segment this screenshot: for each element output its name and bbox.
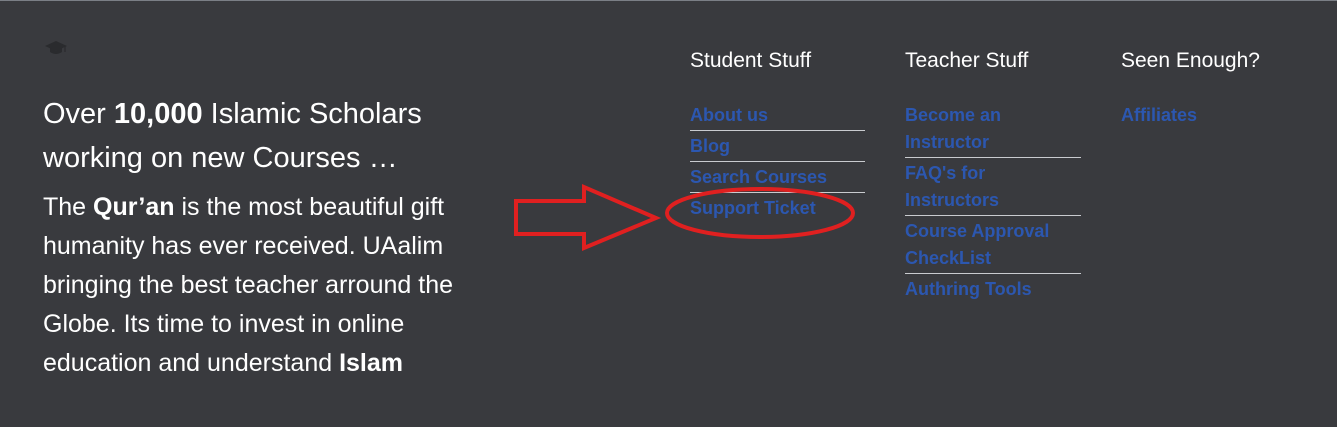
affiliates-link[interactable]: Affiliates xyxy=(1121,100,1297,130)
about-headline: Over 10,000 Islamic Scholars working on … xyxy=(43,92,523,180)
course-approval-checklist-link[interactable]: Course Approval CheckList xyxy=(905,216,1081,274)
headline-text: Over xyxy=(43,98,114,130)
instructor-faq-link[interactable]: FAQ's for Instructors xyxy=(905,158,1081,216)
student-stuff-column: Student Stuff About us Blog Search Cours… xyxy=(690,47,865,223)
headline-count: 10,000 xyxy=(113,98,203,130)
about-us-link[interactable]: About us xyxy=(690,100,865,131)
blog-link[interactable]: Blog xyxy=(690,131,865,162)
seen-enough-links: Affiliates xyxy=(1121,100,1297,130)
top-border xyxy=(0,0,1337,1)
search-courses-link[interactable]: Search Courses xyxy=(690,162,865,193)
teacher-stuff-title: Teacher Stuff xyxy=(905,49,1029,72)
seen-enough-title: Seen Enough? xyxy=(1121,49,1260,72)
authoring-tools-link[interactable]: Authring Tools xyxy=(905,274,1081,304)
become-instructor-link[interactable]: Become an Instructor xyxy=(905,100,1081,158)
about-description: The Qur’an is the most beautiful gift hu… xyxy=(43,188,518,383)
seen-enough-column: Seen Enough? Affiliates xyxy=(1121,47,1297,130)
teacher-stuff-column: Teacher Stuff Become an Instructor FAQ's… xyxy=(905,47,1081,304)
islam-emphasis: Islam xyxy=(339,349,404,377)
about-section: Over 10,000 Islamic Scholars working on … xyxy=(43,92,523,383)
teacher-links: Become an Instructor FAQ's for Instructo… xyxy=(905,100,1081,304)
graduation-cap-icon xyxy=(45,41,67,54)
support-ticket-link[interactable]: Support Ticket xyxy=(690,193,865,223)
student-links: About us Blog Search Courses Support Tic… xyxy=(690,100,865,223)
description-text: The xyxy=(43,193,94,221)
quran-emphasis: Qur’an xyxy=(93,193,175,221)
annotation-arrow xyxy=(514,183,662,251)
student-stuff-title: Student Stuff xyxy=(690,49,812,72)
